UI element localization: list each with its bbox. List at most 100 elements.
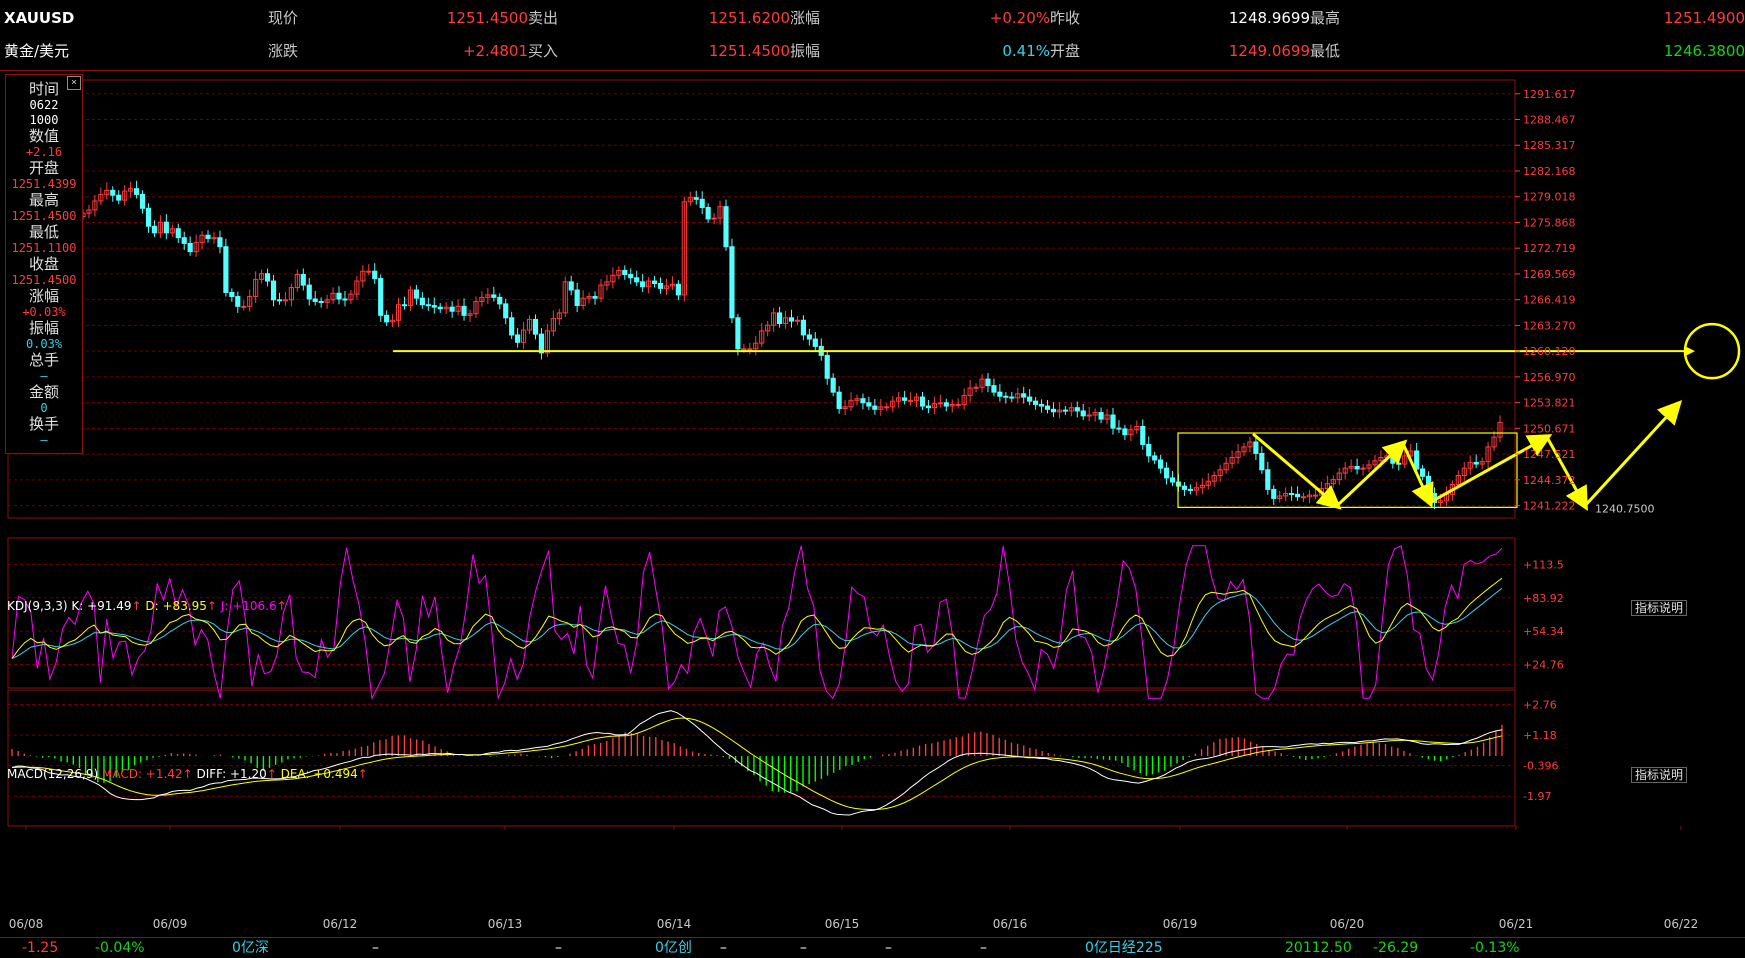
macd-diff-line xyxy=(11,710,1503,816)
ticker-item: 20112.50 xyxy=(1285,940,1352,956)
candle-body xyxy=(276,299,283,302)
symbol-name: 黄金/美元 xyxy=(4,42,70,60)
price-tick-label: 1253.821 xyxy=(1523,397,1576,410)
quote-value: 1251.4500 xyxy=(708,42,790,60)
close-icon[interactable]: × xyxy=(67,76,81,90)
ticker-item: – xyxy=(555,940,562,956)
macd-title[interactable]: MACD(12,26,9) MACD: +1.42↑ DIFF: +1.20↑ … xyxy=(7,766,368,782)
price-tick-label: 1266.419 xyxy=(1523,294,1576,307)
candle-body xyxy=(1009,396,1015,399)
candle-body xyxy=(1253,441,1259,454)
candle-body xyxy=(955,403,961,406)
price-tick-label: 1282.168 xyxy=(1523,165,1576,178)
candle-body xyxy=(651,280,658,284)
candle-body xyxy=(937,402,943,405)
info-value: 1251.4399 xyxy=(11,177,77,191)
candle-body xyxy=(187,242,193,253)
date-tick-label: 06/22 xyxy=(1664,917,1699,930)
market-ticker-footer: -1.25 -0.04% 0亿深 – – – 0亿创 – – – 0亿日经225 20112.50 -2… xyxy=(0,937,1745,958)
info-label: 最高 xyxy=(28,191,59,209)
price-tick-label: 1269.569 xyxy=(1523,268,1576,281)
candle-body xyxy=(217,237,223,248)
candle-body xyxy=(973,386,979,389)
info-value: 0 xyxy=(40,401,48,415)
candle-body xyxy=(1390,455,1396,464)
price-tick-label: 1263.270 xyxy=(1523,319,1576,332)
quote-value: 1248.9699 xyxy=(1228,9,1310,27)
symbol-code[interactable]: XAUUSD xyxy=(4,8,74,28)
ticker-item: -0.04% xyxy=(95,940,145,956)
candle-body xyxy=(1169,477,1176,483)
macd-value-label: MACD: +1.42 xyxy=(101,767,183,781)
candle-body xyxy=(336,292,342,300)
crosshair-info-panel: × 时间 0622 1000 数值 +2.16 开盘 1251.4399 最高 1251.450… xyxy=(5,74,83,454)
info-label: 总手 xyxy=(28,351,59,369)
candle-body xyxy=(163,221,169,234)
candle-body xyxy=(538,333,545,354)
date-axis: 06/08 06/09 06/12 06/13 06/14 06/15 06/16 06/19… xyxy=(9,826,1699,930)
candle-body xyxy=(592,296,598,299)
candle-body xyxy=(1098,412,1104,420)
ticker-item: – xyxy=(885,940,892,956)
kdj-help-button[interactable]: 指标说明 xyxy=(1631,600,1688,616)
quote-value: +0.20% xyxy=(989,9,1050,27)
kdj-tick-label: +54.34 xyxy=(1523,625,1564,638)
candle-body xyxy=(919,396,926,407)
candle-body xyxy=(515,334,521,343)
candle-body xyxy=(425,304,431,307)
quote-value: 1251.6200 xyxy=(708,9,790,27)
candle-body xyxy=(1425,475,1432,494)
candle-body xyxy=(378,278,384,316)
kdj-k-label: K: +91.49 xyxy=(71,599,132,613)
candle-body xyxy=(401,304,408,307)
quote-value: 1246.3800 xyxy=(1663,42,1745,60)
candle-body xyxy=(1110,414,1116,429)
info-label: 收盘 xyxy=(28,255,59,273)
candle-body xyxy=(693,197,699,200)
info-value: 1251.4500 xyxy=(11,209,77,223)
kdj-j-label: J: +106.6 xyxy=(220,599,277,613)
arrow-right-icon xyxy=(1685,346,1695,357)
macd-help-button[interactable]: 指标说明 xyxy=(1631,767,1688,783)
quote-label: 振幅 xyxy=(790,42,821,60)
price-tick-label: 1288.467 xyxy=(1523,113,1576,126)
price-tick-label: 1275.868 xyxy=(1523,216,1576,229)
candle-body xyxy=(925,405,932,409)
date-tick-label: 06/09 xyxy=(153,917,188,930)
kdj-j-line xyxy=(11,544,1503,701)
price-chart[interactable]: 1240.7500 1291.617 1288.467 1285.317 1282.1… xyxy=(0,70,1745,930)
candle-body xyxy=(413,289,419,299)
candle-body xyxy=(800,319,806,336)
macd-dea-line xyxy=(11,717,1503,811)
candle-body xyxy=(437,306,443,310)
candle-body xyxy=(1420,468,1426,477)
info-value: — xyxy=(40,433,48,447)
candle-body xyxy=(705,206,711,220)
candle-body xyxy=(1080,410,1086,417)
candle-body xyxy=(806,334,812,340)
candle-body xyxy=(1027,396,1033,402)
candle-body xyxy=(270,280,277,301)
kdj-title[interactable]: KDJ(9,3,3) K: +91.49↑ D: +83.95↑ J: +106… xyxy=(7,598,287,614)
candle-body xyxy=(116,194,122,201)
price-tick-label: 1241.222 xyxy=(1523,500,1576,513)
candle-body xyxy=(372,270,378,280)
candle-body xyxy=(872,405,878,410)
candle-body xyxy=(1300,496,1307,499)
candle-body xyxy=(509,317,515,336)
candle-body xyxy=(151,225,158,234)
macd-panel: +2.76 +1.18 -0.396 -1.97 xyxy=(8,698,1558,816)
candle-body xyxy=(205,234,211,240)
candle-body xyxy=(1086,414,1092,417)
macd-diff-label: DIFF: +1.20 xyxy=(196,767,267,781)
arrow-up-icon: ↑ xyxy=(206,599,217,613)
info-label: 最低 xyxy=(28,223,59,241)
macd-tick-label: +1.18 xyxy=(1523,729,1557,742)
info-label: 振幅 xyxy=(28,319,59,337)
candle-body xyxy=(729,246,735,319)
quote-label: 现价 xyxy=(268,9,299,27)
info-value: — xyxy=(40,369,48,383)
quote-value: 1251.4500 xyxy=(446,9,528,27)
kdj-panel: +113.5 +83.92 +54.34 +24.76 xyxy=(8,544,1564,701)
candle-body xyxy=(991,385,997,393)
